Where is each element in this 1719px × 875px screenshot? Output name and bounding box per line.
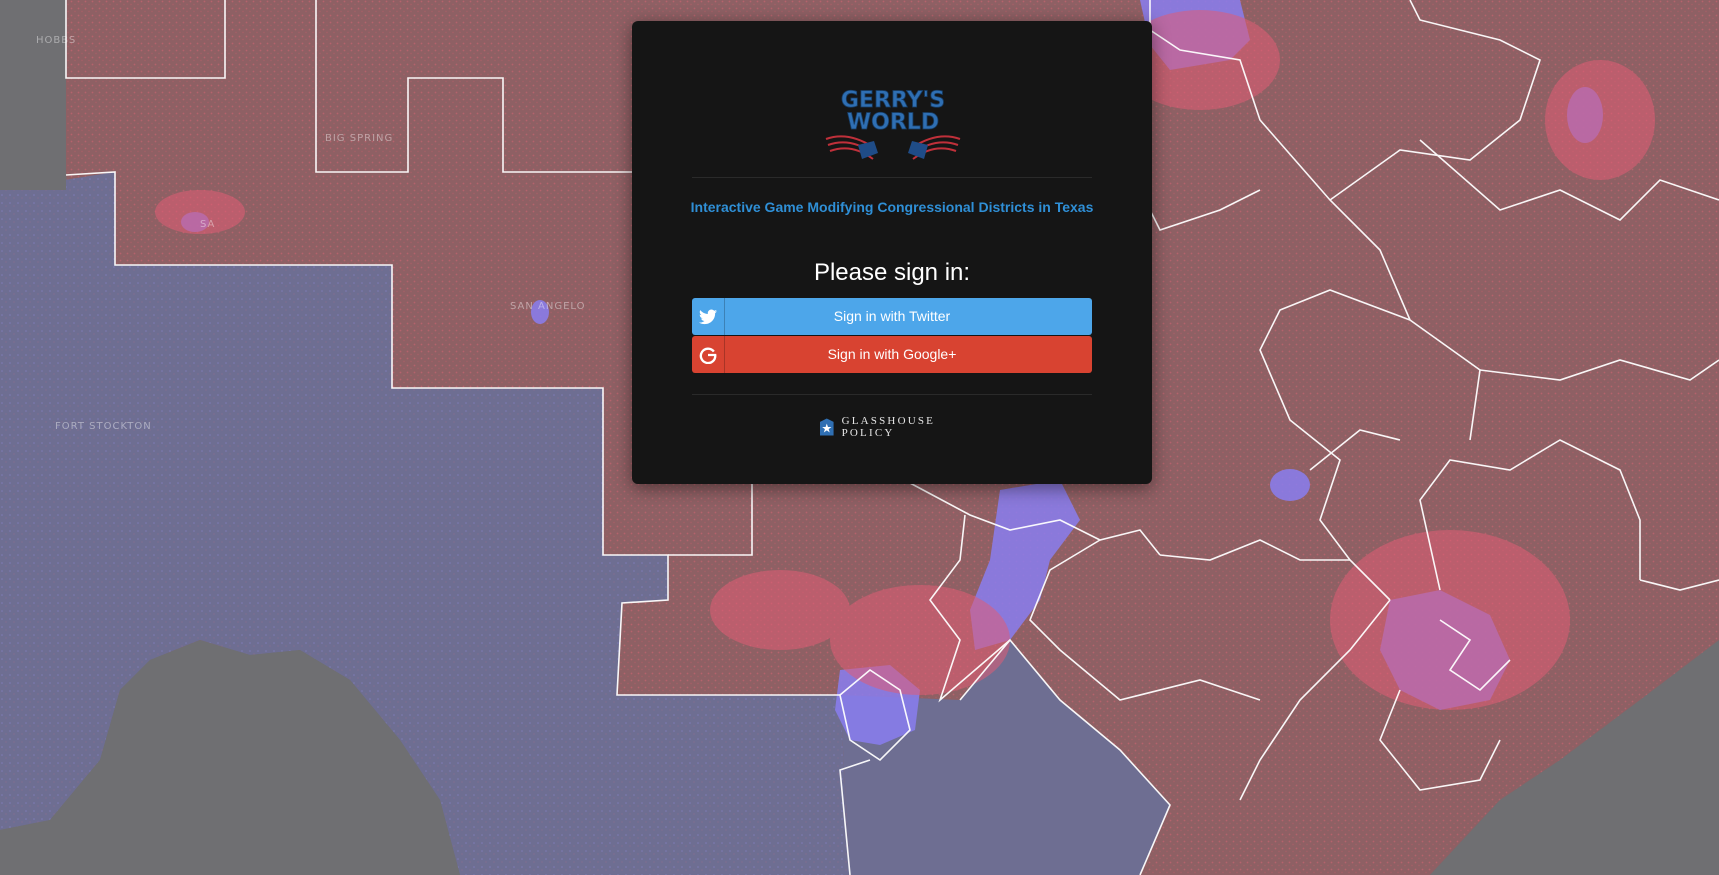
sign-in-modal: GERRY'S WORLD Interactive Game Modifying… bbox=[632, 21, 1152, 484]
map-label-san-angelo: SAN ANGELO bbox=[510, 301, 586, 312]
star-shield-icon bbox=[820, 418, 834, 436]
map-label-big-spring: BIG SPRING bbox=[325, 133, 394, 144]
google-sign-in-label: Sign in with Google+ bbox=[827, 346, 957, 362]
map-label-hobbs: HOBBS bbox=[36, 35, 77, 46]
map-label-fort-stockton: FORT STOCKTON bbox=[55, 421, 152, 432]
google-sign-in-button[interactable]: Sign in with Google+ bbox=[692, 336, 1092, 373]
subtitle: Interactive Game Modifying Congressional… bbox=[690, 199, 1094, 215]
glasshouse-policy-label: GLASSHOUSE POLICY bbox=[841, 415, 936, 439]
gerrys-world-logo: GERRY'S WORLD bbox=[825, 88, 961, 160]
twitter-sign-in-button[interactable]: Sign in with Twitter bbox=[692, 298, 1092, 335]
svg-text:WORLD: WORLD bbox=[847, 110, 939, 135]
glasshouse-policy-logo[interactable]: GLASSHOUSE POLICY bbox=[820, 415, 970, 439]
sign-in-prompt: Please sign in: bbox=[813, 259, 971, 286]
map-label-sa: SA bbox=[200, 219, 216, 230]
divider-top bbox=[692, 177, 1092, 178]
twitter-sign-in-label: Sign in with Twitter bbox=[833, 308, 951, 324]
divider-bottom bbox=[692, 394, 1092, 395]
